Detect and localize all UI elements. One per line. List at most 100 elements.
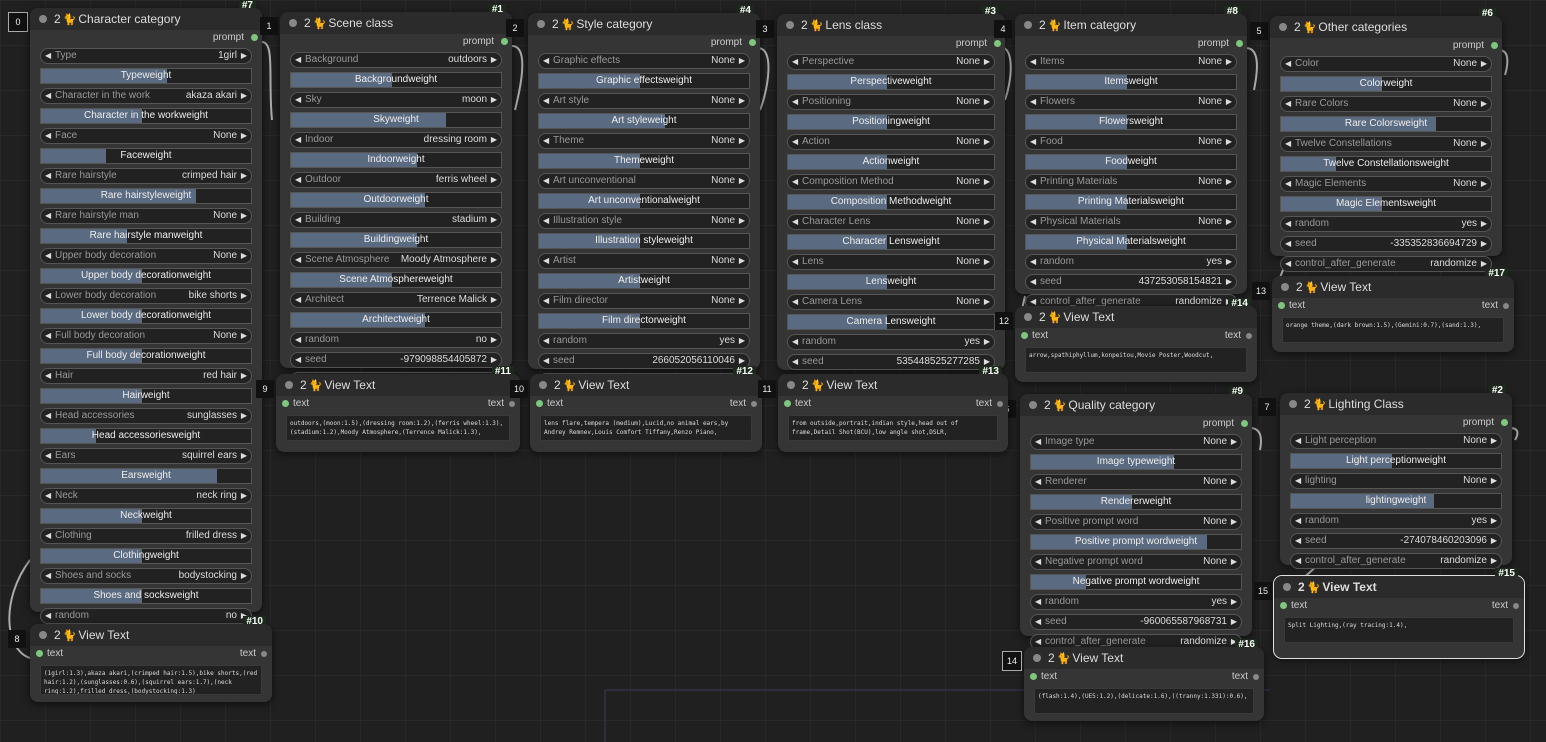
combo-character-in-work[interactable]: ◀ Character in the work akaza akari ▶: [40, 88, 252, 104]
arrow-right-icon[interactable]: ▶: [984, 295, 990, 309]
output-socket[interactable]: [994, 40, 1001, 47]
arrow-right-icon[interactable]: ▶: [241, 289, 247, 303]
slider-foodweight[interactable]: Foodweight: [1025, 154, 1237, 170]
arrow-right-icon[interactable]: ▶: [984, 335, 990, 349]
arrow-right-icon[interactable]: ▶: [1491, 554, 1497, 568]
slider-twelve-constellationsweight[interactable]: Twelve Constellationsweight: [1280, 156, 1492, 172]
arrow-left-icon[interactable]: ◀: [792, 55, 798, 69]
arrow-right-icon[interactable]: ▶: [1226, 275, 1232, 289]
slider-shoesweight[interactable]: Shoes and socksweight: [40, 588, 252, 604]
prompt-output[interactable]: prompt: [1015, 36, 1247, 52]
arrow-right-icon[interactable]: ▶: [1226, 255, 1232, 269]
arrow-right-icon[interactable]: ▶: [1481, 137, 1487, 151]
output-socket[interactable]: [1501, 419, 1508, 426]
combo-rare-hairstyle-man[interactable]: ◀ Rare hairstyle man None ▶: [40, 208, 252, 224]
slider-fullweight[interactable]: Full body decorationweight: [40, 348, 252, 364]
arrow-right-icon[interactable]: ▶: [984, 255, 990, 269]
arrow-right-icon[interactable]: ▶: [241, 529, 247, 543]
arrow-right-icon[interactable]: ▶: [739, 254, 745, 268]
combo-rare-colors[interactable]: ◀ Rare Colors None ▶: [1280, 96, 1492, 112]
arrow-right-icon[interactable]: ▶: [241, 169, 247, 183]
node-view-text-15[interactable]: #15 2 🐈 View Text text text Split Lighting,…: [1273, 568, 1525, 659]
arrow-left-icon[interactable]: ◀: [295, 293, 301, 307]
arrow-left-icon[interactable]: ◀: [45, 249, 51, 263]
prompt-output[interactable]: prompt: [1020, 416, 1252, 432]
output-socket[interactable]: [1503, 303, 1509, 309]
slider-lightingweight[interactable]: lightingweight: [1290, 493, 1502, 509]
arrow-right-icon[interactable]: ▶: [491, 293, 497, 307]
combo-illustration-style[interactable]: ◀ Illustration style None ▶: [538, 213, 750, 229]
slider-illustration-styleweight[interactable]: Illustration styleweight: [538, 233, 750, 249]
arrow-left-icon[interactable]: ◀: [792, 175, 798, 189]
combo-action[interactable]: ◀ Action None ▶: [787, 134, 995, 150]
slider-rareweight[interactable]: Rare hairstyleweight: [40, 188, 252, 204]
combo-random[interactable]: ◀ random yes ▶: [1290, 513, 1502, 529]
collapse-dot-icon[interactable]: [285, 381, 293, 389]
arrow-right-icon[interactable]: ▶: [1491, 514, 1497, 528]
combo-random[interactable]: ◀ random yes ▶: [1025, 254, 1237, 270]
arrow-right-icon[interactable]: ▶: [1481, 237, 1487, 251]
arrow-left-icon[interactable]: ◀: [45, 569, 51, 583]
arrow-left-icon[interactable]: ◀: [543, 334, 549, 348]
slider-camera-lensweight[interactable]: Camera Lensweight: [787, 314, 995, 330]
arrow-right-icon[interactable]: ▶: [1481, 97, 1487, 111]
arrow-left-icon[interactable]: ◀: [1295, 434, 1301, 448]
arrow-right-icon[interactable]: ▶: [1491, 534, 1497, 548]
combo-indoor[interactable]: ◀ Indoor dressing room ▶: [290, 132, 502, 148]
output-socket[interactable]: [1246, 333, 1252, 339]
arrow-left-icon[interactable]: ◀: [792, 135, 798, 149]
output-socket[interactable]: [251, 34, 258, 41]
arrow-left-icon[interactable]: ◀: [792, 255, 798, 269]
arrow-right-icon[interactable]: ▶: [984, 175, 990, 189]
output-socket[interactable]: [997, 401, 1003, 407]
arrow-right-icon[interactable]: ▶: [491, 253, 497, 267]
slider-workweight[interactable]: Character in the workweight: [40, 108, 252, 124]
arrow-left-icon[interactable]: ◀: [1285, 257, 1291, 271]
arrow-left-icon[interactable]: ◀: [295, 353, 301, 367]
slider-clothweight[interactable]: Clothingweight: [40, 548, 252, 564]
node-header[interactable]: 2 🐈 View Text: [1274, 576, 1524, 598]
combo-sky[interactable]: ◀ Sky moon ▶: [290, 92, 502, 108]
combo-art-unconventional[interactable]: ◀ Art unconventional None ▶: [538, 173, 750, 189]
slider-image-typeweight[interactable]: Image typeweight: [1030, 454, 1242, 470]
combo-theme[interactable]: ◀ Theme None ▶: [538, 133, 750, 149]
arrow-right-icon[interactable]: ▶: [1491, 434, 1497, 448]
combo-artist[interactable]: ◀ Artist None ▶: [538, 253, 750, 269]
slider-upperweight[interactable]: Upper body decorationweight: [40, 268, 252, 284]
slider-skyweight[interactable]: Skyweight: [290, 112, 502, 128]
arrow-left-icon[interactable]: ◀: [1035, 435, 1041, 449]
slider-graphic-effectsweight[interactable]: Graphic effectsweight: [538, 73, 750, 89]
node-character-category[interactable]: #7 2 🐈 Character category prompt ◀ Type 1gir…: [30, 0, 262, 664]
arrow-left-icon[interactable]: ◀: [1295, 474, 1301, 488]
slider-positioningweight[interactable]: Positioningweight: [787, 114, 995, 130]
combo-full-body[interactable]: ◀ Full body decoration None ▶: [40, 328, 252, 344]
slider-character-lensweight[interactable]: Character Lensweight: [787, 234, 995, 250]
node-view-text-16[interactable]: #16 2 🐈 View Text text text (flash:1.4),(UE…: [1024, 639, 1264, 721]
arrow-left-icon[interactable]: ◀: [792, 355, 798, 369]
slider-earsweight[interactable]: Earsweight: [40, 468, 252, 484]
combo-lighting[interactable]: ◀ lighting None ▶: [1290, 473, 1502, 489]
input-socket[interactable]: [784, 400, 791, 407]
arrow-right-icon[interactable]: ▶: [241, 129, 247, 143]
combo-magic-elements[interactable]: ◀ Magic Elements None ▶: [1280, 176, 1492, 192]
arrow-left-icon[interactable]: ◀: [792, 335, 798, 349]
slider-rendererweight[interactable]: Rendererweight: [1030, 494, 1242, 510]
arrow-left-icon[interactable]: ◀: [543, 134, 549, 148]
arrow-left-icon[interactable]: ◀: [45, 169, 51, 183]
combo-seed[interactable]: ◀ seed 266052056110046 ▶: [538, 353, 750, 369]
node-header[interactable]: 2 🐈 View Text: [276, 374, 520, 396]
slider-indoorweight[interactable]: Indoorweight: [290, 152, 502, 168]
output-socket[interactable]: [751, 401, 757, 407]
combo-flowers[interactable]: ◀ Flowers None ▶: [1025, 94, 1237, 110]
slider-hairweight[interactable]: Hairweight: [40, 388, 252, 404]
arrow-left-icon[interactable]: ◀: [1030, 275, 1036, 289]
collapse-dot-icon[interactable]: [537, 20, 545, 28]
arrow-left-icon[interactable]: ◀: [45, 449, 51, 463]
node-style-category[interactable]: #4 2 🐈 Style category prompt ◀ Graphic effe…: [528, 5, 760, 389]
prompt-output[interactable]: prompt: [777, 36, 1005, 52]
combo-ears[interactable]: ◀ Ears squirrel ears ▶: [40, 448, 252, 464]
node-view-text-14[interactable]: #14 2 🐈 View Text text text arrow,spathiphy…: [1015, 298, 1257, 382]
slider-typeweight[interactable]: Typeweight: [40, 68, 252, 84]
collapse-dot-icon[interactable]: [1289, 400, 1297, 408]
collapse-dot-icon[interactable]: [39, 15, 47, 23]
